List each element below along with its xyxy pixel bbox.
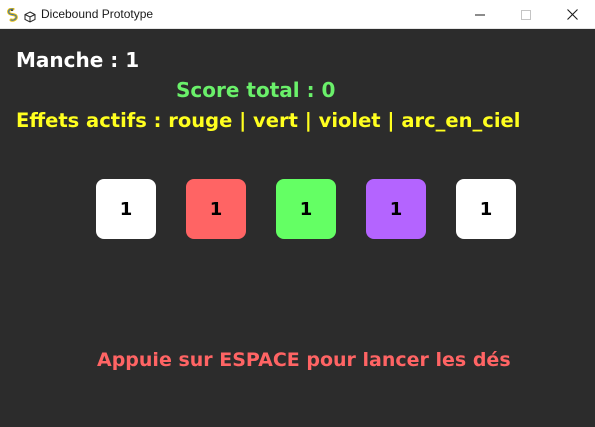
roll-prompt: Appuie sur ESPACE pour lancer les dés	[97, 349, 511, 371]
title-bar[interactable]: Dicebound Prototype	[0, 0, 595, 29]
dice-icon	[24, 8, 36, 23]
score-label: Score total : 0	[176, 78, 336, 102]
game-window: Dicebound Prototype Manche : 1 Score tot…	[0, 0, 595, 427]
die: 1	[456, 179, 516, 239]
minimize-icon	[475, 14, 485, 15]
window-title: Dicebound Prototype	[41, 7, 154, 21]
die: 1	[276, 179, 336, 239]
active-effects-label: Effets actifs : rouge | vert | violet | …	[16, 109, 521, 132]
window-controls	[457, 0, 595, 29]
dice-row: 1 1 1 1 1	[0, 179, 595, 239]
die: 1	[96, 179, 156, 239]
game-canvas[interactable]: Manche : 1 Score total : 0 Effets actifs…	[0, 29, 595, 427]
close-icon	[566, 9, 578, 20]
die: 1	[366, 179, 426, 239]
maximize-icon	[521, 9, 531, 20]
round-label: Manche : 1	[16, 48, 140, 72]
die: 1	[186, 179, 246, 239]
maximize-button[interactable]	[503, 0, 549, 29]
close-button[interactable]	[549, 0, 595, 29]
pygame-snake-icon	[6, 7, 20, 22]
minimize-button[interactable]	[457, 0, 503, 29]
